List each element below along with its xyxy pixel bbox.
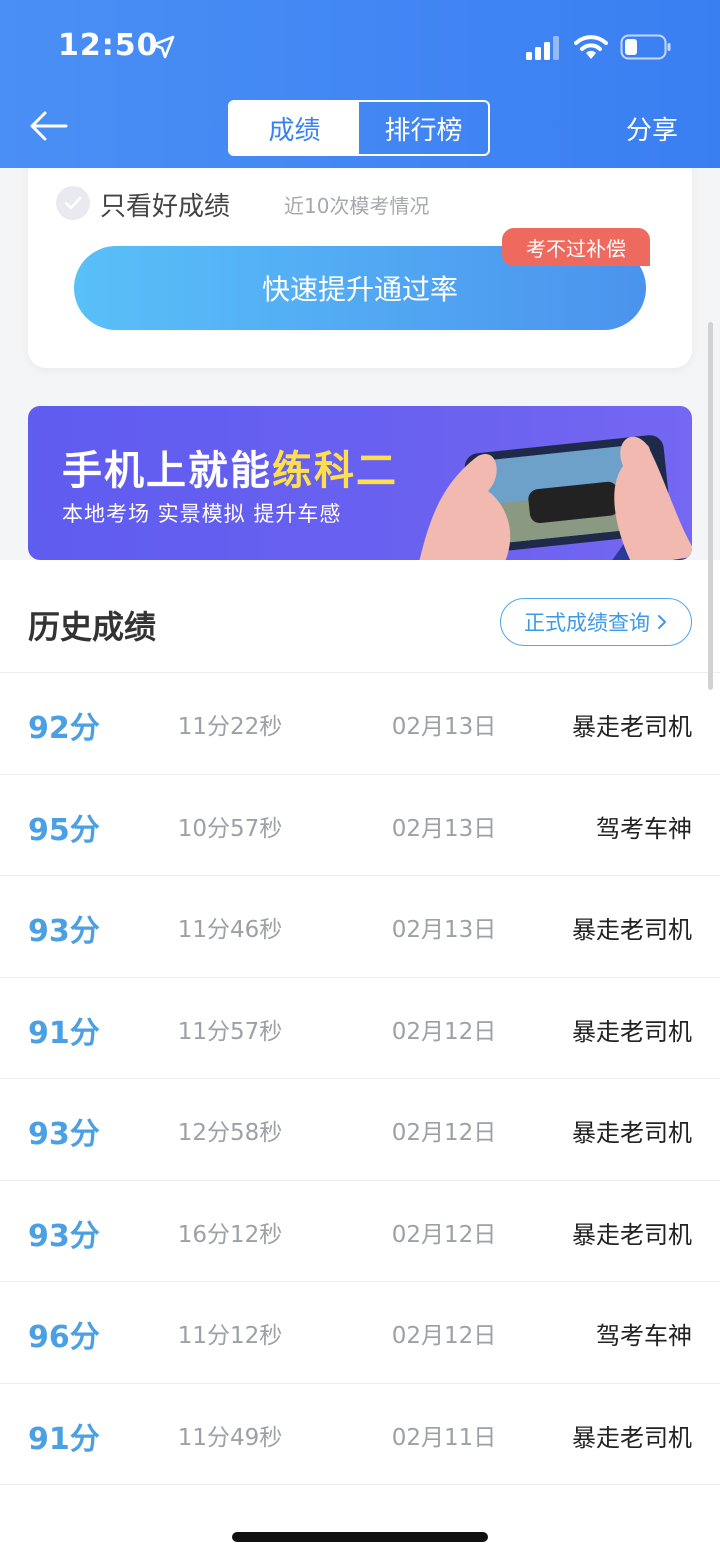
row-title: 暴走老司机 <box>572 1018 692 1046</box>
row-title: 驾考车神 <box>596 815 692 843</box>
row-date: 02月12日 <box>391 1222 497 1248</box>
history-title: 历史成绩 <box>28 608 157 646</box>
row-date: 02月12日 <box>391 1019 497 1045</box>
row-duration: 11分12秒 <box>177 1323 283 1349</box>
banner-title: 手机上就能练科二 <box>62 438 398 496</box>
tab-scores[interactable]: 成绩 <box>230 102 359 154</box>
official-score-query-button[interactable]: 正式成绩查询 <box>500 598 692 646</box>
banner-subtitle: 本地考场 实景模拟 提升车感 <box>62 502 342 526</box>
row-date: 02月12日 <box>391 1120 497 1146</box>
history-row[interactable]: 96分 11分12秒 02月12日 驾考车神 <box>0 1281 720 1383</box>
row-date: 02月13日 <box>391 917 497 943</box>
row-title: 暴走老司机 <box>572 1221 692 1249</box>
wifi-icon <box>574 35 608 59</box>
history-row[interactable]: 93分 12分58秒 02月12日 暴走老司机 <box>0 1078 720 1180</box>
row-title: 暴走老司机 <box>572 713 692 741</box>
history-row[interactable]: 93分 11分46秒 02月13日 暴走老司机 <box>0 875 720 977</box>
row-duration: 11分49秒 <box>177 1425 283 1451</box>
row-score: 93分 <box>28 1219 100 1254</box>
navigation-arrow-icon <box>151 35 175 59</box>
back-arrow-icon[interactable] <box>28 108 70 144</box>
home-indicator <box>232 1532 488 1542</box>
official-score-query-label: 正式成绩查询 <box>524 611 650 635</box>
battery-icon <box>620 34 671 60</box>
row-score: 91分 <box>28 1016 100 1051</box>
row-duration: 11分57秒 <box>177 1019 283 1045</box>
row-date: 02月12日 <box>391 1323 497 1349</box>
history-row[interactable]: 91分 11分57秒 02月12日 暴走老司机 <box>0 977 720 1079</box>
row-duration: 10分57秒 <box>177 816 283 842</box>
recent-exams-note: 近10次模考情况 <box>284 194 430 218</box>
history-row[interactable]: 91分 11分49秒 02月11日 暴走老司机 <box>0 1383 720 1485</box>
phone-driving-illustration <box>419 435 692 560</box>
check-icon <box>64 196 82 210</box>
row-score: 95分 <box>28 813 100 848</box>
row-score: 91分 <box>28 1422 100 1457</box>
row-score: 96分 <box>28 1320 100 1355</box>
row-duration: 12分58秒 <box>177 1120 283 1146</box>
tab-leaderboard[interactable]: 排行榜 <box>359 102 488 154</box>
history-row[interactable]: 93分 16分12秒 02月12日 暴走老司机 <box>0 1180 720 1282</box>
row-date: 02月11日 <box>391 1425 497 1451</box>
history-row[interactable]: 95分 10分57秒 02月13日 驾考车神 <box>0 774 720 876</box>
good-scores-checkbox[interactable] <box>56 186 90 220</box>
app-header: 12:50 成绩 排行榜 分享 <box>0 0 720 168</box>
row-title: 驾考车神 <box>596 1322 692 1350</box>
row-duration: 11分46秒 <box>177 917 283 943</box>
share-button[interactable]: 分享 <box>626 110 678 147</box>
row-title: 暴走老司机 <box>572 916 692 944</box>
scrollbar[interactable] <box>708 322 713 690</box>
signal-icon <box>526 36 559 60</box>
row-score: 93分 <box>28 1117 100 1152</box>
row-duration: 11分22秒 <box>177 714 283 740</box>
history-row[interactable]: 92分 11分22秒 02月13日 暴走老司机 <box>0 672 720 774</box>
row-score: 92分 <box>28 711 100 746</box>
status-time: 12:50 <box>58 28 159 63</box>
row-duration: 16分12秒 <box>177 1222 283 1248</box>
row-date: 02月13日 <box>391 714 497 740</box>
row-date: 02月13日 <box>391 816 497 842</box>
row-score: 93分 <box>28 914 100 949</box>
practice-banner[interactable]: 手机上就能练科二 本地考场 实景模拟 提升车感 <box>28 406 692 560</box>
banner-title-prefix: 手机上就能 <box>62 448 272 494</box>
row-title: 暴走老司机 <box>572 1424 692 1452</box>
compensation-badge: 考不过补偿 <box>502 228 650 266</box>
list-divider <box>0 1484 720 1486</box>
header-tabs: 成绩 排行榜 <box>228 100 490 156</box>
good-scores-label: 只看好成绩 <box>100 192 231 222</box>
chevron-right-icon <box>658 615 666 629</box>
banner-title-highlight: 练科二 <box>272 448 398 494</box>
row-title: 暴走老司机 <box>572 1119 692 1147</box>
